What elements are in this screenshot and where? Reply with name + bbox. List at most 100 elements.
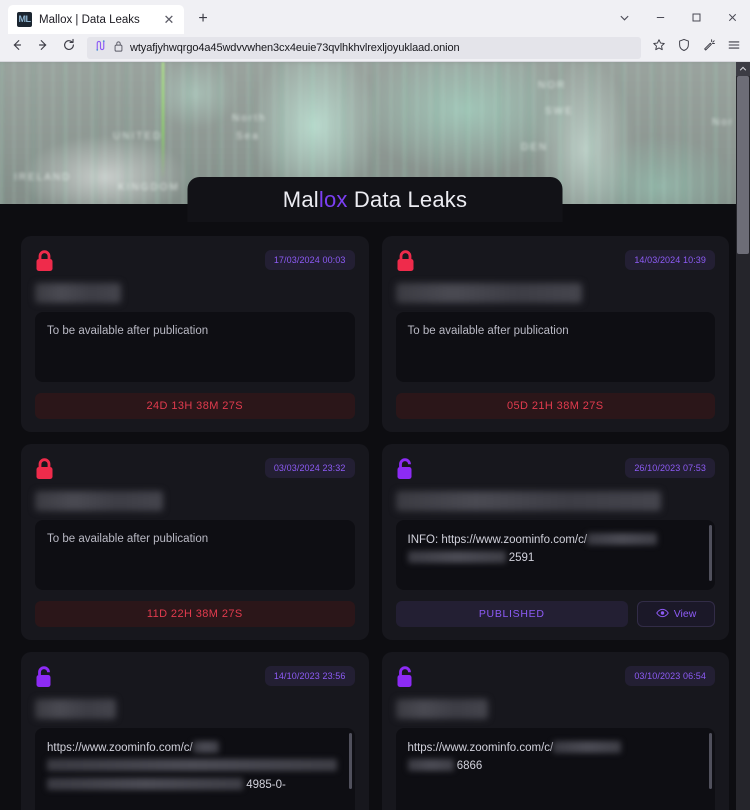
view-button[interactable]: View <box>637 601 715 627</box>
card-body-panel: INFO: https://www.zoominfo.com/c/ 2591 <box>395 520 715 590</box>
card-body-panel: https://www.zoominfo.com/c/ 4985-0- <box>35 728 355 810</box>
card-header: 03/10/2023 06:54 <box>396 666 715 692</box>
panel-scrollbar[interactable] <box>348 733 352 789</box>
minimize-icon[interactable] <box>642 2 678 32</box>
new-identity-icon[interactable] <box>697 36 720 59</box>
card-info-redacted <box>192 741 219 753</box>
page-title: Mallox Data Leaks <box>283 187 467 213</box>
card-header: 17/03/2024 00:03 <box>35 250 355 276</box>
card-info-prefix: https://www.zoominfo.com/c/ <box>47 742 193 754</box>
banner-label: SWE <box>545 106 574 117</box>
title-prefix: Mal <box>282 186 319 212</box>
card-title-redacted <box>395 283 582 303</box>
card-info-prefix: INFO: https://www.zoominfo.com/c/ <box>407 534 588 546</box>
maximize-icon[interactable] <box>678 2 714 32</box>
card-body-panel: https://www.zoominfo.com/c/ 6866 <box>395 728 715 810</box>
card-header: 03/03/2024 23:32 <box>35 458 355 484</box>
countdown-button[interactable]: 24D 13H 38M 27S <box>35 393 355 419</box>
card-header: 14/10/2023 23:56 <box>35 666 355 692</box>
leak-card[interactable]: 03/03/2024 23:32 To be available after p… <box>21 444 369 640</box>
tab-list-chevron-down-icon[interactable] <box>606 2 642 32</box>
new-tab-button[interactable]: + <box>190 6 216 32</box>
card-actions: PUBLISHED View <box>395 601 715 627</box>
card-info-redacted <box>47 759 337 772</box>
hamburger-menu-icon[interactable] <box>722 36 745 59</box>
card-body-panel: To be available after publication <box>35 312 355 382</box>
leak-card[interactable]: 14/03/2024 10:39 To be available after p… <box>381 236 729 432</box>
address-bar-url: wtyafjyhwqrgo4a45wdvvwhen3cx4euie73qvlhk… <box>130 41 460 54</box>
banner-label: IRELAND <box>14 172 72 183</box>
leak-card[interactable]: 14/10/2023 23:56 https://www.zoominfo.co… <box>21 652 369 810</box>
leak-card[interactable]: 26/10/2023 07:53 INFO: https://www.zoomi… <box>381 444 729 640</box>
reload-icon[interactable] <box>57 36 81 60</box>
card-info-redacted <box>587 533 658 545</box>
page-scrollbar[interactable] <box>736 62 750 810</box>
tab-strip: ML Mallox | Data Leaks ✕ + <box>0 0 750 34</box>
banner-label: UNITED <box>113 131 163 142</box>
card-title-redacted <box>395 699 488 719</box>
card-body-panel: To be available after publication <box>35 520 355 590</box>
card-info-suffix: 4985-0- <box>246 778 286 791</box>
card-info-redacted <box>47 777 243 790</box>
countdown-button[interactable]: 11D 22H 38M 27S <box>35 601 355 627</box>
countdown-button[interactable]: 05D 21H 38M 27S <box>395 393 715 419</box>
navigation-toolbar: wtyafjyhwqrgo4a45wdvvwhen3cx4euie73qvlhk… <box>0 34 750 62</box>
card-header: 26/10/2023 07:53 <box>396 458 715 484</box>
padlock-open-icon <box>396 666 415 689</box>
padlock-open-icon <box>396 458 415 481</box>
card-title-redacted <box>395 491 661 511</box>
tab-title: Mallox | Data Leaks <box>39 13 140 26</box>
page-viewport: IRELAND UNITED KINGDOM North Sea NOR SWE… <box>0 62 750 810</box>
title-suffix: Data Leaks <box>347 186 468 212</box>
card-title-redacted <box>35 699 116 719</box>
card-actions: 11D 22H 38M 27S <box>35 601 355 627</box>
leak-card[interactable]: 17/03/2024 00:03 To be available after p… <box>21 236 369 432</box>
card-info-prefix: https://www.zoominfo.com/c/ <box>407 742 554 754</box>
card-body-text: To be available after publication <box>407 325 569 337</box>
address-bar[interactable]: wtyafjyhwqrgo4a45wdvvwhen3cx4euie73qvlhk… <box>87 36 641 59</box>
site-title-plate: Mallox Data Leaks <box>187 177 563 222</box>
back-arrow-icon[interactable] <box>5 36 29 60</box>
card-info-redacted <box>553 741 622 753</box>
published-button[interactable]: PUBLISHED <box>395 601 628 627</box>
padlock-closed-icon <box>35 250 54 273</box>
card-title-redacted <box>35 283 121 303</box>
forward-arrow-icon[interactable] <box>31 36 55 60</box>
card-info-line: https://www.zoominfo.com/c/ 4985-0- <box>47 739 343 794</box>
scroll-up-icon[interactable] <box>736 62 750 76</box>
tab-close-icon[interactable]: ✕ <box>161 12 177 28</box>
tor-circuit-icon[interactable] <box>94 39 107 57</box>
title-accent: lox <box>318 186 348 212</box>
close-window-icon[interactable] <box>714 2 750 32</box>
banner-label: DEN <box>521 142 549 153</box>
leak-card[interactable]: 03/10/2023 06:54 https://www.zoominfo.co… <box>381 652 729 810</box>
card-title-redacted <box>35 491 163 511</box>
panel-scrollbar[interactable] <box>709 525 712 581</box>
card-info-line: https://www.zoominfo.com/c/ 6866 <box>407 739 704 776</box>
card-date-badge: 14/03/2024 10:39 <box>625 250 715 270</box>
shield-icon[interactable] <box>672 36 695 59</box>
card-info-redacted <box>407 551 506 564</box>
card-date-badge: 17/03/2024 00:03 <box>264 250 355 270</box>
star-icon[interactable] <box>647 36 670 59</box>
scrollbar-thumb[interactable] <box>737 76 749 254</box>
leak-card-grid: 17/03/2024 00:03 To be available after p… <box>0 222 750 810</box>
banner-label: Nor <box>712 117 735 128</box>
card-info-suffix: 2591 <box>508 552 535 565</box>
card-date-badge: 26/10/2023 07:53 <box>625 458 715 478</box>
view-button-label: View <box>673 608 697 620</box>
padlock-closed-icon <box>35 458 54 481</box>
padlock-icon[interactable] <box>113 39 124 57</box>
browser-tab[interactable]: ML Mallox | Data Leaks ✕ <box>8 5 184 34</box>
card-info-suffix: 6866 <box>456 760 483 773</box>
card-actions: 05D 21H 38M 27S <box>395 393 715 419</box>
card-actions: 24D 13H 38M 27S <box>35 393 355 419</box>
browser-window: ML Mallox | Data Leaks ✕ + wtyafjyhwqrgo… <box>0 0 750 810</box>
card-info-redacted <box>407 759 454 772</box>
banner-label: KINGDOM <box>118 182 180 193</box>
panel-scrollbar[interactable] <box>709 733 712 789</box>
card-date-badge: 03/10/2023 06:54 <box>625 666 715 686</box>
window-controls <box>606 0 750 34</box>
banner-label: North <box>232 113 267 124</box>
eye-icon <box>655 608 669 621</box>
